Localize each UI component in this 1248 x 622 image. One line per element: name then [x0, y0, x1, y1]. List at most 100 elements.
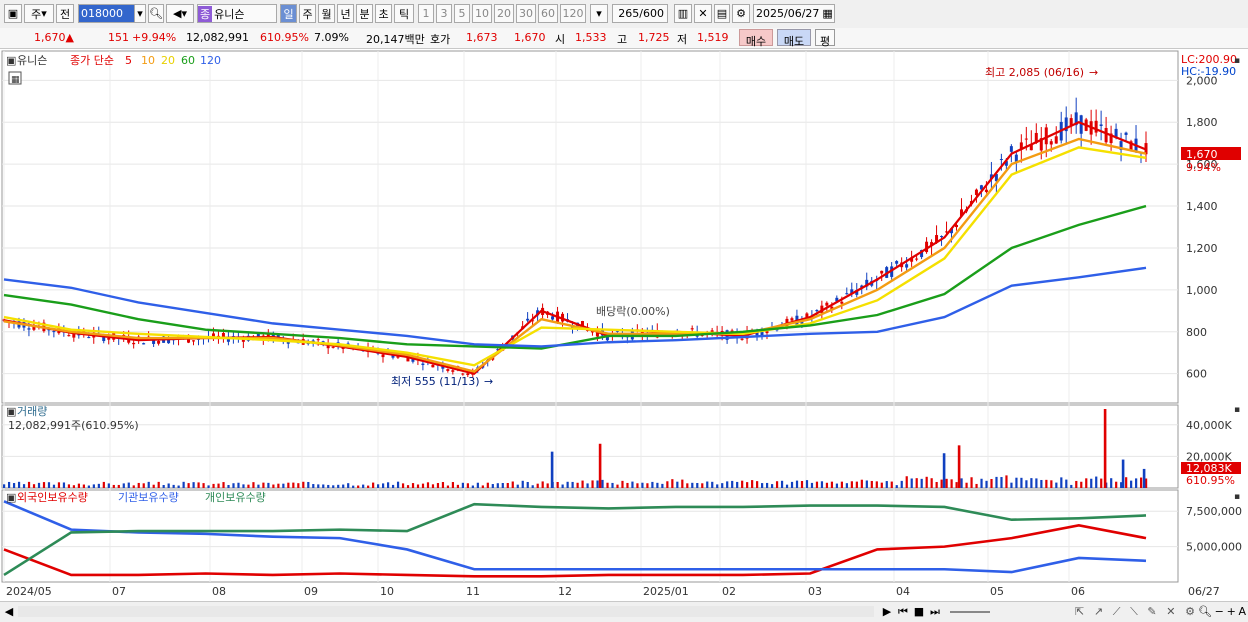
volume-bar [327, 484, 330, 488]
scrollbar-track[interactable] [18, 606, 874, 617]
x-tick-label: 11 [466, 585, 480, 598]
x-tick-label: 09 [304, 585, 318, 598]
candle-icon[interactable]: ▥ [674, 4, 692, 23]
volume-bar [696, 483, 699, 488]
trend-icon[interactable]: ↗ [1094, 605, 1103, 618]
buy-button[interactable]: 매수 [739, 29, 773, 48]
volume-bar [790, 481, 794, 488]
close-panel-icon[interactable]: ▪ [1234, 492, 1240, 502]
current-price-tag-text: 1,670 [1186, 148, 1218, 161]
minute-60[interactable]: 60 [538, 4, 558, 23]
minute-3[interactable]: 3 [436, 4, 452, 23]
zoom-controls[interactable]: 🔍︎ − + A [1198, 604, 1246, 619]
stock-chart[interactable]: 6008001,0001,2001,4001,6001,8002,00020,0… [0, 49, 1248, 602]
ma-legend-20: 20 [161, 54, 175, 67]
volume-bar [406, 485, 410, 488]
scroll-right-icon[interactable]: ▶ [880, 604, 894, 619]
volume-bar [167, 483, 170, 488]
volume-bar [1135, 478, 1138, 488]
type-select[interactable]: 주 ▾ [24, 4, 54, 23]
text-icon[interactable]: ✎ [1147, 605, 1156, 618]
volume-bar [746, 482, 749, 488]
candle-body [1009, 146, 1013, 152]
period-label: 월 [321, 7, 332, 21]
x-tick-label: 03 [808, 585, 822, 598]
period-tick[interactable]: 틱 [394, 4, 414, 23]
y-tick-label: 1,200 [1186, 242, 1218, 255]
delete-icon[interactable]: ✕ [1166, 605, 1175, 618]
period-year[interactable]: 년 [337, 4, 354, 23]
volume-bar [461, 482, 464, 488]
period-week[interactable]: 주 [299, 4, 316, 23]
volume-bar [691, 482, 694, 488]
volume-bar [97, 483, 100, 488]
stop-icon[interactable]: ■ [912, 604, 926, 619]
ma-legend-10: 10 [141, 54, 155, 67]
scroll-left-icon[interactable]: ◀ [2, 604, 16, 619]
save-icon[interactable]: ▤ [714, 4, 730, 23]
font-icon[interactable]: A [1238, 605, 1246, 618]
line-icon[interactable]: ⟋ [1113, 605, 1121, 619]
volume-bar [875, 481, 878, 488]
high-label: 고 [617, 33, 628, 46]
minute-10[interactable]: 10 [472, 4, 492, 23]
volume-bar [466, 483, 469, 488]
minute-120[interactable]: 120 [560, 4, 586, 23]
stock-name-field[interactable]: 종 유니슨 [197, 4, 277, 23]
eval-button[interactable]: 평 [815, 29, 835, 48]
period-day[interactable]: 일 [280, 4, 297, 23]
volume-bar [377, 484, 380, 488]
line-tool-icon[interactable]: ✕ [694, 4, 712, 23]
sell-button[interactable]: 매도 [777, 29, 811, 48]
fan-icon[interactable]: ⟍ [1130, 605, 1138, 619]
period-second[interactable]: 초 [375, 4, 392, 23]
fast-forward-icon[interactable]: ⏭ [928, 604, 942, 619]
chevron-down-icon[interactable]: ▾ [590, 4, 608, 23]
close-panel-icon[interactable]: ▪ [1234, 405, 1240, 415]
settings-icon[interactable]: ⚙ [1185, 605, 1195, 618]
window-icon[interactable]: ▣ [4, 4, 22, 23]
minute-1[interactable]: 1 [418, 4, 434, 23]
open-label: 시 [555, 33, 566, 46]
minute-5[interactable]: 5 [454, 4, 470, 23]
search-icon[interactable]: 🔍︎ [148, 4, 164, 23]
close-panel-icon[interactable]: ▪ [1234, 56, 1240, 66]
volume-bar [671, 479, 674, 488]
minus-icon[interactable]: − [1215, 605, 1224, 618]
search-icon[interactable]: 🔍︎ [1198, 605, 1212, 618]
gear-icon[interactable]: ⚙ [732, 4, 750, 23]
plus-icon[interactable]: + [1227, 605, 1236, 618]
chevron-down-icon[interactable]: ▾ [134, 4, 146, 23]
candle-body [825, 302, 829, 306]
crosshair-icon[interactable]: ⇱ [1075, 605, 1084, 618]
volume-bar [107, 483, 110, 488]
volume-bar [22, 484, 26, 488]
code-input[interactable] [78, 4, 136, 23]
candle-body [551, 316, 555, 320]
stock-name: 유니슨 [214, 7, 245, 21]
count-field[interactable]: 265/600 [612, 4, 668, 23]
drawing-tools[interactable]: ⇱ ↗ ⟋ ⟍ ✎ ✕ ⚙ [1075, 604, 1195, 619]
zoom-slider[interactable] [950, 611, 990, 613]
volume-bar [77, 483, 81, 488]
volume-bar [666, 481, 669, 488]
period-month[interactable]: 월 [318, 4, 335, 23]
volume-bar [900, 480, 903, 488]
date-field[interactable]: 2025/06/27 ▦ [753, 4, 835, 23]
volume-bar [756, 481, 759, 488]
rewind-icon[interactable]: ⏮ [896, 604, 910, 619]
minute-30[interactable]: 30 [516, 4, 536, 23]
prev-button[interactable]: 전 [56, 4, 74, 23]
high-annotation: 최고 2,085 (06/16) [985, 66, 1084, 79]
volume-bar [12, 483, 16, 488]
volume-bar [995, 476, 998, 488]
volume-bar [401, 483, 405, 488]
speaker-icon[interactable]: ◀▾ [166, 4, 194, 23]
ma-legend-5: 5 [125, 54, 132, 67]
x-tick-label: 2024/05 [6, 585, 52, 598]
change-percent: +9.94% [132, 31, 177, 44]
name-badge: 종 [198, 5, 213, 22]
period-minute[interactable]: 분 [356, 4, 373, 23]
minute-label: 120 [562, 7, 584, 20]
minute-20[interactable]: 20 [494, 4, 514, 23]
